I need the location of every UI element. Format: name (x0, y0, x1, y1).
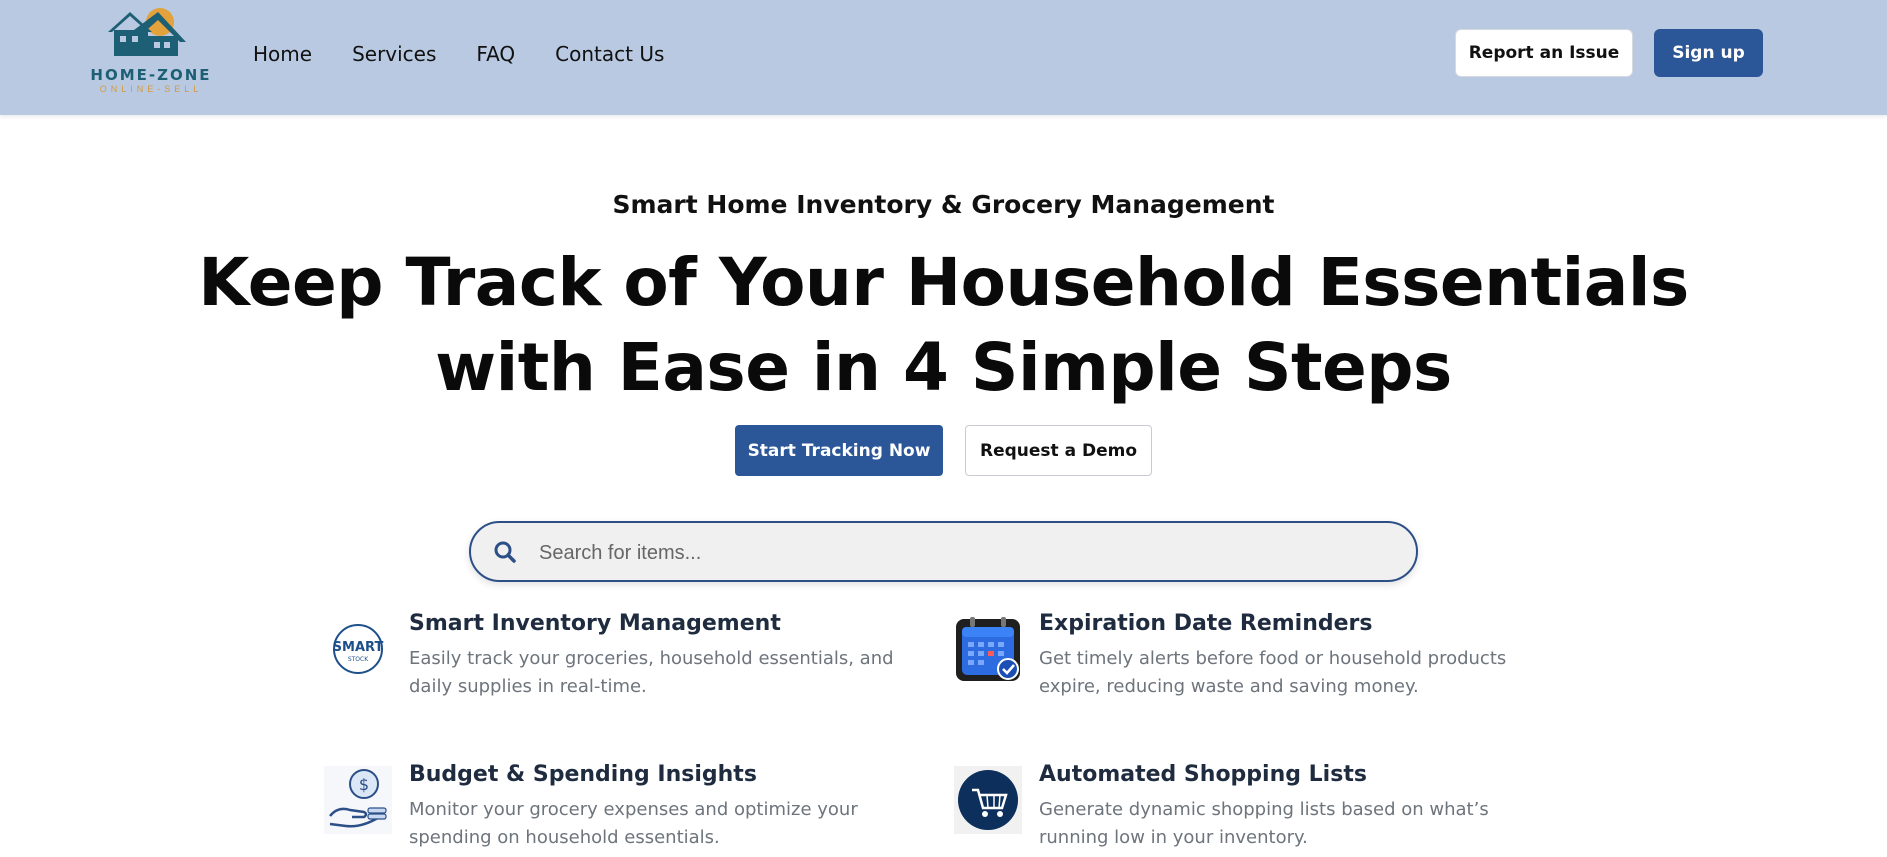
brand-name: HOME-ZONE (90, 66, 212, 84)
nav-link-contact[interactable]: Contact Us (555, 42, 664, 66)
svg-text:$: $ (359, 775, 369, 794)
house-logo-icon (108, 8, 186, 56)
top-navbar: HOME-ZONE ONLINE-SELL Home Services FAQ … (0, 0, 1887, 115)
smart-stock-text-bottom: STOCK (348, 656, 369, 663)
money-hand-icon: $ (324, 766, 392, 834)
search-bar (469, 521, 1418, 582)
search-input[interactable] (537, 535, 1391, 571)
feature-description: Generate dynamic shopping lists based on… (1039, 799, 1489, 848)
brand-logo[interactable]: HOME-ZONE ONLINE-SELL (86, 6, 216, 98)
feature-title: Budget & Spending Insights (409, 762, 757, 787)
request-demo-button[interactable]: Request a Demo (965, 425, 1152, 476)
feature-title: Smart Inventory Management (409, 611, 781, 636)
hero-headline: Keep Track of Your Household Essentials … (0, 240, 1887, 410)
feature-description: Easily track your groceries, household e… (409, 648, 894, 697)
main-nav: Home Services FAQ Contact Us (253, 42, 704, 66)
hero-headline-line2: with Ease in 4 Simple Steps (435, 329, 1452, 406)
brand-tagline: ONLINE-SELL (99, 84, 203, 94)
hero-headline-line1: Keep Track of Your Household Essentials (198, 244, 1689, 321)
shopping-cart-icon (954, 766, 1022, 834)
report-issue-button[interactable]: Report an Issue (1455, 29, 1633, 77)
hero-subtitle: Smart Home Inventory & Grocery Managemen… (612, 190, 1275, 219)
feature-description: Monitor your grocery expenses and optimi… (409, 799, 858, 848)
nav-link-faq[interactable]: FAQ (476, 42, 515, 66)
signup-button[interactable]: Sign up (1654, 29, 1763, 77)
feature-title: Automated Shopping Lists (1039, 762, 1367, 787)
calendar-icon (954, 615, 1022, 683)
start-tracking-button[interactable]: Start Tracking Now (735, 425, 943, 476)
smart-stock-icon: SMART STOCK (324, 615, 392, 683)
feature-description: Get timely alerts before food or househo… (1039, 648, 1507, 697)
smart-stock-text-top: SMART (333, 640, 384, 655)
nav-link-home[interactable]: Home (253, 42, 312, 66)
search-icon (494, 541, 516, 563)
nav-link-services[interactable]: Services (352, 42, 436, 66)
feature-title: Expiration Date Reminders (1039, 611, 1373, 636)
